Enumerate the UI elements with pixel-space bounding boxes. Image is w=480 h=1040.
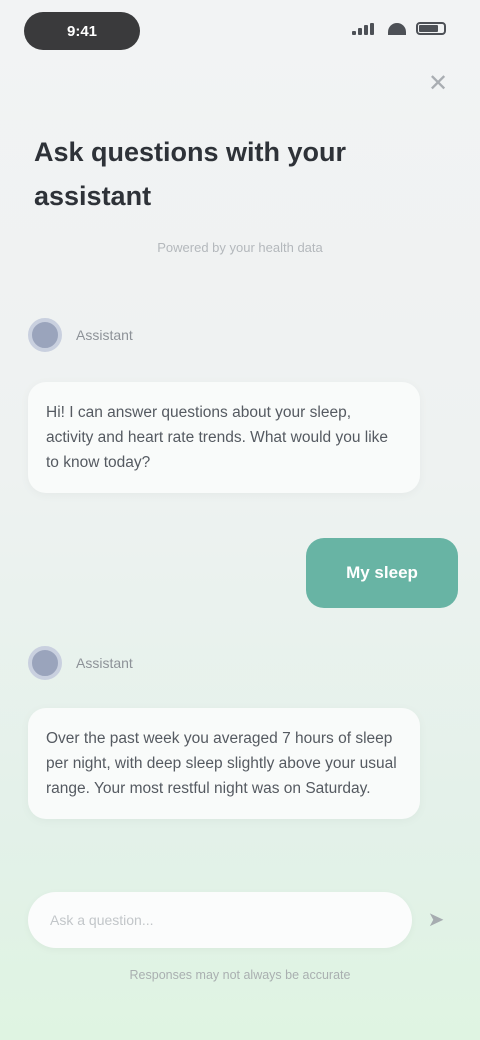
sender-name: Assistant: [76, 327, 133, 343]
wifi-icon: [388, 22, 406, 35]
sender-name: Assistant: [76, 655, 133, 671]
assistant-avatar: [28, 318, 62, 352]
assistant-sender: Assistant: [28, 646, 133, 680]
disclaimer-footer: Responses may not always be accurate: [129, 968, 351, 982]
close-icon[interactable]: ✕: [424, 70, 452, 98]
status-time: 9:41: [24, 12, 140, 50]
battery-icon: [416, 22, 446, 35]
send-icon[interactable]: ➤: [422, 906, 450, 934]
message-input[interactable]: [50, 912, 390, 928]
assistant-message: Hi! I can answer questions about your sl…: [28, 382, 420, 493]
status-bar: 9:41: [0, 0, 480, 64]
page-title: Ask questions with your assistant: [34, 137, 347, 211]
page-subtitle: Powered by your health data: [157, 240, 323, 255]
assistant-avatar: [28, 646, 62, 680]
assistant-message: Over the past week you averaged 7 hours …: [28, 708, 420, 819]
signal-icon: [352, 22, 378, 35]
assistant-sender: Assistant: [28, 318, 133, 352]
message-composer[interactable]: [28, 892, 412, 948]
status-icons: [352, 22, 446, 35]
user-message: My sleep: [306, 538, 458, 608]
